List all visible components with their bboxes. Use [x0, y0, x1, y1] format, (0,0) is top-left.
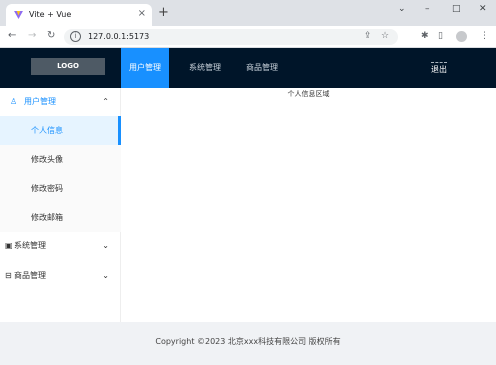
sidebar-item-change-avatar[interactable]: 修改头像	[0, 145, 121, 174]
vite-logo-icon	[14, 11, 23, 19]
sidebar-item-change-email[interactable]: 修改邮箱	[0, 203, 121, 232]
browser-tab[interactable]: Vite + Vue ×	[6, 4, 152, 26]
footer-copyright: Copyright ©2023 北京xxx科技有限公司 版权所有	[0, 322, 496, 365]
topnav-product-management[interactable]: 商品管理	[237, 48, 287, 88]
maximize-button[interactable]: □	[452, 4, 461, 14]
browser-menu-icon[interactable]: ⋮	[480, 31, 489, 42]
submenu-user-management: 个人信息 修改头像 修改密码 修改邮箱	[0, 116, 121, 232]
site-info-icon[interactable]: i	[70, 31, 81, 42]
content-area-label: 个人信息区域	[287, 90, 330, 98]
sidebar-menu-label: 商品管理	[14, 271, 46, 280]
shop-icon: ⊟	[5, 271, 12, 280]
minimize-button[interactable]: –	[425, 4, 430, 14]
app-header: LOGO 用户管理 系统管理 商品管理 退出	[0, 48, 496, 88]
side-panel-icon[interactable]: ▯	[438, 31, 443, 42]
share-icon[interactable]: ⇪	[364, 31, 372, 42]
chevron-up-icon: ⌃	[102, 97, 109, 106]
tab-title: Vite + Vue	[29, 10, 72, 19]
bookmark-star-icon[interactable]: ☆	[381, 31, 389, 42]
new-tab-button[interactable]: +	[158, 6, 169, 19]
profile-avatar[interactable]	[456, 31, 467, 42]
sidebar: ♙ 用户管理 ⌃ 个人信息 修改头像 修改密码 修改邮箱 ▣ 系统管理 ⌄ ⊟ …	[0, 88, 121, 322]
sidebar-item-profile[interactable]: 个人信息	[0, 116, 121, 145]
url-text[interactable]: 127.0.0.1:5173	[88, 32, 149, 41]
chevron-down-icon: ⌄	[102, 271, 109, 280]
back-icon[interactable]: ←	[8, 30, 16, 42]
logo: LOGO	[31, 58, 105, 75]
browser-toolbar: ← → ↻ i 127.0.0.1:5173 ⇪ ☆ ✱ ▯ ⋮	[0, 26, 496, 48]
sidebar-item-change-password[interactable]: 修改密码	[0, 174, 121, 203]
address-bar[interactable]: i 127.0.0.1:5173 ⇪ ☆	[64, 29, 398, 45]
logout-button[interactable]: 退出	[431, 62, 447, 75]
sidebar-menu-system-management[interactable]: ▣ 系统管理 ⌄	[0, 232, 121, 260]
tab-search-icon[interactable]: ⌄	[398, 4, 406, 14]
forward-icon[interactable]: →	[28, 30, 36, 42]
tab-close-icon[interactable]: ×	[138, 8, 146, 20]
topnav-system-management[interactable]: 系统管理	[180, 48, 230, 88]
monitor-icon: ▣	[5, 241, 13, 250]
sidebar-menu-user-management[interactable]: ♙ 用户管理 ⌃	[0, 88, 121, 116]
sidebar-menu-label: 用户管理	[24, 97, 56, 106]
chevron-down-icon: ⌄	[102, 241, 109, 250]
user-icon: ♙	[10, 97, 18, 106]
topnav-user-management[interactable]: 用户管理	[121, 48, 169, 88]
extensions-icon[interactable]: ✱	[421, 31, 429, 42]
browser-tab-bar: Vite + Vue × + ⌄ – □ ✕	[0, 0, 496, 26]
reload-icon[interactable]: ↻	[47, 30, 55, 42]
sidebar-menu-label: 系统管理	[14, 241, 46, 250]
sidebar-menu-product-management[interactable]: ⊟ 商品管理 ⌄	[0, 262, 121, 290]
close-window-button[interactable]: ✕	[479, 4, 487, 14]
